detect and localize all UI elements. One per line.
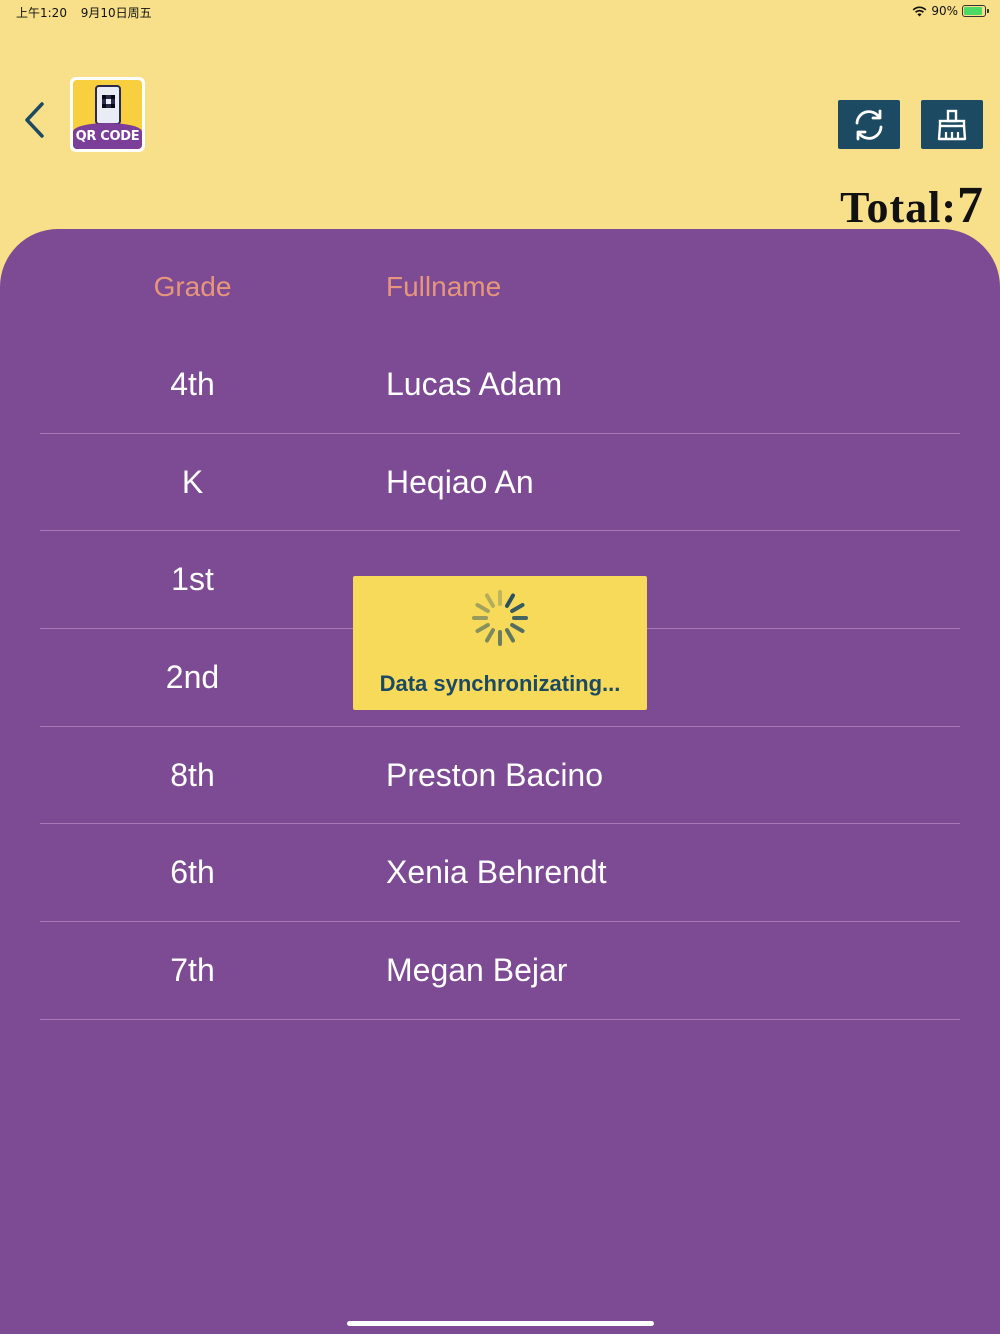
total-value: 7	[957, 177, 984, 234]
sync-toast: Data synchronizating...	[353, 576, 647, 710]
home-indicator[interactable]	[347, 1321, 654, 1326]
status-right: 90%	[912, 4, 989, 18]
qr-code-logo-icon: QR CODE	[73, 80, 142, 149]
fullname-cell: Preston Bacino	[386, 756, 604, 793]
grade-cell: 1st	[171, 561, 214, 598]
back-button[interactable]	[18, 98, 50, 142]
fullname-cell: Megan Bejar	[386, 952, 568, 989]
battery-icon	[962, 5, 989, 17]
total-label: Total:	[840, 183, 957, 232]
list-item[interactable]: 6th Xenia Behrendt	[40, 824, 960, 923]
spinner-tick	[510, 603, 525, 613]
sync-message: Data synchronizating...	[379, 671, 621, 696]
grade-cell: 2nd	[165, 659, 220, 696]
spinner-tick	[505, 593, 515, 608]
screen: 上午1:20 9月10日周五 90% QR CODE Total:7 Grade…	[0, 0, 1000, 1334]
clean-button[interactable]	[921, 100, 983, 149]
status-time: 上午1:20	[16, 6, 67, 20]
total-count: Total:7	[840, 176, 984, 235]
status-date: 9月10日周五	[80, 6, 152, 20]
spinner-tick	[475, 603, 490, 613]
spinner-tick	[475, 623, 490, 633]
battery-percent: 90%	[931, 4, 958, 18]
column-header-grade[interactable]: Grade	[0, 271, 385, 303]
grade-cell: K	[181, 463, 204, 500]
refresh-button[interactable]	[838, 100, 900, 149]
qr-graphic	[102, 95, 115, 108]
column-header-fullname[interactable]: Fullname	[386, 271, 501, 303]
grade-cell: 4th	[170, 366, 215, 402]
list-item[interactable]: 4th Lucas Adam	[40, 336, 960, 434]
list-item[interactable]: K Heqiao An	[40, 434, 960, 532]
phone-graphic	[95, 85, 121, 125]
refresh-icon	[855, 109, 883, 140]
student-list-panel: Grade Fullname 4th Lucas Adam K Heqiao A…	[0, 229, 1000, 1334]
status-left: 上午1:20 9月10日周五	[16, 4, 162, 21]
broom-icon	[937, 109, 967, 140]
list-item[interactable]: 8th Preston Bacino	[40, 727, 960, 825]
spinner-tick	[485, 628, 495, 643]
list-item[interactable]: 7th Megan Bejar	[40, 922, 960, 1020]
grade-cell: 6th	[170, 854, 215, 891]
spinner-tick	[510, 623, 525, 633]
fullname-cell: Heqiao An	[386, 463, 534, 500]
fullname-cell: Xenia Behrendt	[386, 854, 607, 891]
battery-fill	[964, 7, 982, 15]
spinner-icon	[472, 590, 528, 646]
chevron-left-icon	[25, 102, 44, 138]
status-bar: 上午1:20 9月10日周五 90%	[0, 0, 1000, 24]
logo-text: QR CODE	[75, 129, 140, 144]
grade-cell: 7th	[170, 952, 215, 989]
spinner-tick	[505, 628, 515, 643]
wifi-icon	[912, 6, 927, 16]
fullname-cell: Lucas Adam	[386, 366, 563, 402]
app-logo: QR CODE	[70, 77, 145, 152]
spinner-tick	[485, 593, 495, 608]
grade-cell: 8th	[170, 756, 215, 793]
